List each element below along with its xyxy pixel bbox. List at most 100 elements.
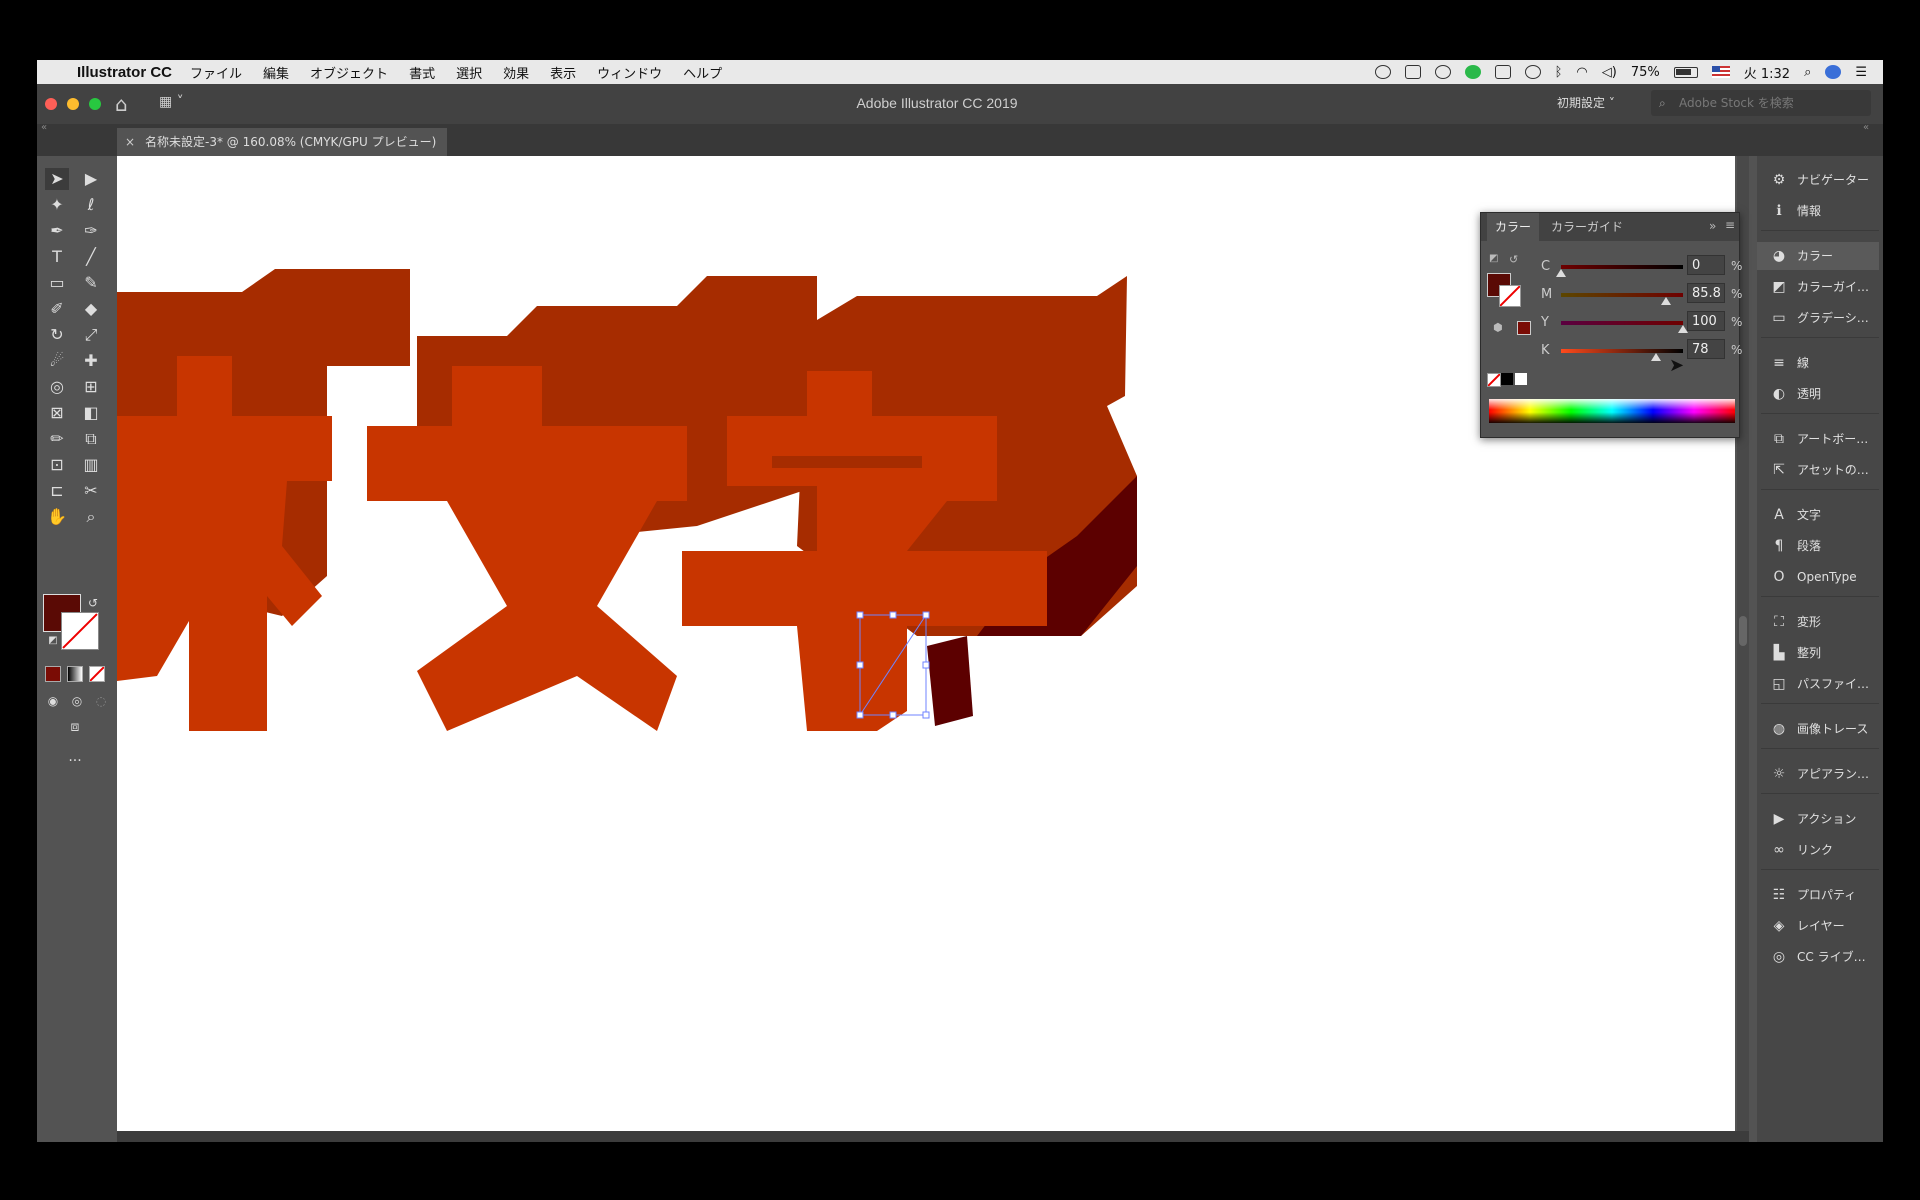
gradient-mode-button[interactable]	[67, 666, 83, 682]
dock-item-align[interactable]: ▙ 整列	[1757, 639, 1879, 667]
creative-cloud-icon[interactable]	[1434, 65, 1451, 79]
handle-right[interactable]	[922, 661, 930, 669]
menu-effect[interactable]: 効果	[503, 63, 529, 82]
edit-toolbar-icon[interactable]: ···	[63, 750, 87, 772]
shape-builder-tool-icon[interactable]: ◎	[45, 376, 69, 398]
web-safe-swatch[interactable]	[1517, 321, 1531, 335]
document-tab[interactable]: × 名称未設定-3* @ 160.08% (CMYK/GPU プレビュー)	[117, 128, 447, 156]
yellow-value-field[interactable]: 100	[1687, 311, 1725, 331]
menu-object[interactable]: オブジェクト	[310, 63, 388, 82]
handle-bottom[interactable]	[889, 711, 897, 719]
dock-item-stroke[interactable]: ≡ 線	[1757, 349, 1879, 377]
black-swatch[interactable]	[1501, 373, 1513, 385]
menu-window[interactable]: ウィンドウ	[597, 63, 662, 82]
spotlight-icon[interactable]: ⌕	[1804, 65, 1811, 80]
menu-help[interactable]: ヘルプ	[683, 63, 722, 82]
shaper-tool-icon[interactable]: ✐	[45, 298, 69, 320]
dock-item-cc-libraries[interactable]: ◎ CC ライブ…	[1757, 943, 1879, 971]
blend-tool-icon[interactable]: ⧉	[79, 428, 103, 450]
handle-left[interactable]	[856, 661, 864, 669]
dock-item-color-guide[interactable]: ◩ カラーガイ…	[1757, 273, 1879, 301]
dock-item-paragraph[interactable]: ¶ 段落	[1757, 532, 1879, 560]
dock-item-asset-export[interactable]: ⇱ アセットの…	[1757, 456, 1879, 484]
panel-menu-icon[interactable]: ≡	[1725, 218, 1735, 232]
black-slider[interactable]	[1561, 349, 1683, 361]
pen-tool-icon[interactable]: ✒	[45, 220, 69, 242]
dock-item-image-trace[interactable]: ◍ 画像トレース	[1757, 715, 1879, 743]
eraser-tool-icon[interactable]: ◆	[79, 298, 103, 320]
dock-item-transparency[interactable]: ◐ 透明	[1757, 380, 1879, 408]
black-value-field[interactable]: 78	[1687, 339, 1725, 359]
dock-item-actions[interactable]: ▶ アクション	[1757, 805, 1879, 833]
clock[interactable]: 火 1:32	[1744, 63, 1790, 82]
color-spectrum-bar[interactable]	[1489, 399, 1735, 423]
magic-wand-tool-icon[interactable]: ✦	[45, 194, 69, 216]
menu-view[interactable]: 表示	[550, 63, 576, 82]
magenta-slider-thumb[interactable]	[1660, 297, 1671, 305]
screen-mode-icon[interactable]: ⧈	[63, 716, 87, 738]
artboard-tool-icon[interactable]: ⊏	[45, 480, 69, 502]
battery-icon[interactable]	[1673, 66, 1698, 78]
type-tool-icon[interactable]: T	[45, 246, 69, 268]
black-slider-thumb[interactable]	[1651, 353, 1662, 361]
handle-bottom-right[interactable]	[922, 711, 930, 719]
slice-tool-icon[interactable]: ✂	[79, 480, 103, 502]
hand-tool-icon[interactable]: ✋	[45, 506, 69, 528]
menu-edit[interactable]: 編集	[263, 63, 289, 82]
dropbox-icon[interactable]	[1404, 65, 1421, 79]
dock-item-navigator[interactable]: ⚙ ナビゲーター	[1757, 166, 1879, 194]
menu-select[interactable]: 選択	[456, 63, 482, 82]
tab-color-guide[interactable]: カラーガイド	[1543, 213, 1631, 241]
puppet-warp-tool-icon[interactable]: ✚	[79, 350, 103, 372]
selection-tool-icon[interactable]: ➤	[45, 168, 69, 190]
dock-item-gradient[interactable]: ▭ グラデーシ…	[1757, 304, 1879, 332]
gradient-tool-icon[interactable]: ◧	[79, 402, 103, 424]
dock-item-links[interactable]: ∞ リンク	[1757, 836, 1879, 864]
cyan-value-field[interactable]: 0	[1687, 255, 1725, 275]
none-mode-button[interactable]	[89, 666, 105, 682]
dock-item-appearance[interactable]: ☼ アピアラン…	[1757, 760, 1879, 788]
handle-top-right[interactable]	[922, 611, 930, 619]
dock-item-opentype[interactable]: O OpenType	[1757, 563, 1879, 591]
dock-item-color[interactable]: ◕ カラー	[1757, 242, 1879, 270]
tab-color[interactable]: カラー	[1487, 213, 1540, 241]
input-source-flag-icon[interactable]	[1711, 66, 1730, 78]
collapse-panel-icon[interactable]: »	[1709, 219, 1716, 233]
stock-search-input[interactable]: ⌕ Adobe Stock を検索	[1651, 90, 1871, 116]
volume-icon[interactable]: ◁)	[1602, 65, 1617, 80]
close-tab-button[interactable]: ×	[125, 128, 135, 156]
warp-tool-icon[interactable]: ☄	[45, 350, 69, 372]
dock-item-character[interactable]: A 文字	[1757, 501, 1879, 529]
direct-selection-tool-icon[interactable]: ▶	[79, 168, 103, 190]
record-icon[interactable]	[1374, 65, 1391, 79]
line-tool-icon[interactable]: ╱	[79, 246, 103, 268]
paintbrush-tool-icon[interactable]: ✎	[79, 272, 103, 294]
dock-item-info[interactable]: ℹ 情報	[1757, 197, 1879, 225]
dock-item-artboards[interactable]: ⧉ アートボー…	[1757, 425, 1879, 453]
collapse-left-icon[interactable]: «	[41, 122, 47, 133]
color-mode-button[interactable]	[45, 666, 61, 682]
menu-file[interactable]: ファイル	[190, 63, 242, 82]
workspace-switcher[interactable]: 初期設定 ˅	[1557, 94, 1615, 111]
mesh-tool-icon[interactable]: ⊠	[45, 402, 69, 424]
handle-bottom-left[interactable]	[856, 711, 864, 719]
scrollbar-thumb[interactable]	[1739, 616, 1747, 646]
draw-inside-icon[interactable]: ◌	[89, 690, 113, 712]
swap-fill-stroke-icon[interactable]: ↺	[81, 592, 105, 614]
time-machine-icon[interactable]	[1524, 65, 1541, 79]
default-fill-stroke-icon[interactable]: ◩	[41, 630, 65, 652]
out-of-gamut-icon[interactable]: ⬢	[1493, 321, 1503, 334]
zoom-tool-icon[interactable]: ⌕	[79, 506, 103, 528]
magenta-value-field[interactable]: 85.8	[1687, 283, 1725, 303]
cyan-slider[interactable]	[1556, 265, 1683, 277]
wifi-icon[interactable]: ◠	[1576, 65, 1587, 80]
rotate-tool-icon[interactable]: ↻	[45, 324, 69, 346]
dock-item-pathfinder[interactable]: ◱ パスファイ…	[1757, 670, 1879, 698]
shield-icon[interactable]	[1494, 65, 1511, 79]
menu-type[interactable]: 書式	[409, 63, 435, 82]
magenta-slider[interactable]	[1561, 293, 1683, 305]
dock-item-properties[interactable]: ☷ プロパティ	[1757, 881, 1879, 909]
perspective-grid-tool-icon[interactable]: ⊞	[79, 376, 103, 398]
handle-top-left[interactable]	[856, 611, 864, 619]
none-swatch[interactable]	[1487, 373, 1501, 387]
